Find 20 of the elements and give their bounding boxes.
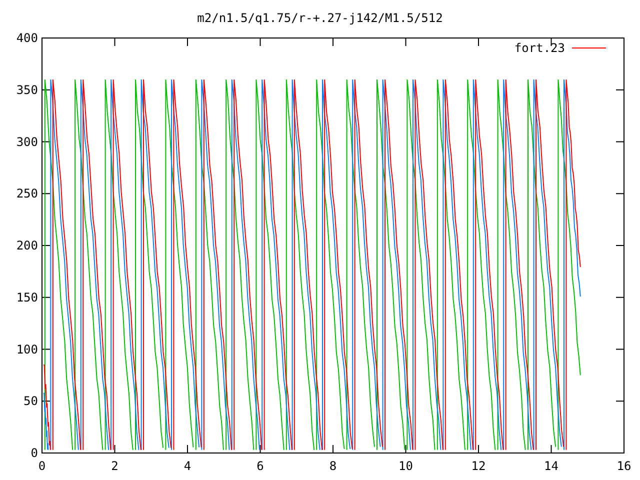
x-tick-label: 16: [616, 459, 632, 473]
y-tick-label: 400: [16, 31, 38, 45]
y-tick-label: 0: [30, 446, 38, 460]
x-tick-label: 2: [111, 459, 118, 473]
y-tick-label: 350: [16, 82, 38, 97]
y-tick-label: 100: [16, 342, 38, 356]
x-tick-label: 6: [256, 459, 264, 473]
x-tick-label: 0: [38, 459, 46, 473]
y-tick-label: 150: [16, 290, 38, 304]
y-tick-label: 300: [16, 134, 38, 149]
chart-title: m2/n1.5/q1.75/r-+.27-j142/M1.5/512: [197, 11, 443, 25]
y-tick-label: 50: [24, 394, 38, 408]
y-tick-label: 200: [16, 238, 38, 252]
x-tick-label: 12: [471, 459, 486, 473]
x-tick-label: 10: [398, 459, 413, 473]
x-tick-label: 4: [184, 459, 192, 473]
x-tick-label: 14: [544, 459, 558, 473]
legend-label: fort.23: [514, 41, 565, 55]
x-tick-label: 8: [329, 459, 337, 473]
y-tick-label: 250: [16, 186, 38, 201]
